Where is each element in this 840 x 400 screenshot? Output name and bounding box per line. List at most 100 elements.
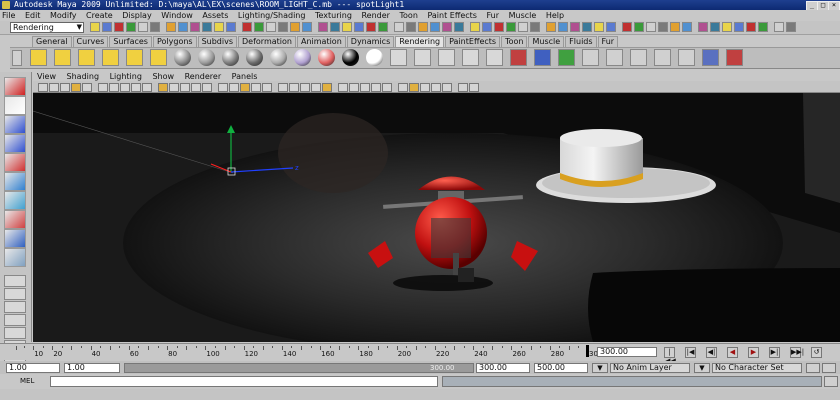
menu-paint-effects[interactable]: Paint Effects xyxy=(427,11,477,20)
status-tool-icon[interactable] xyxy=(190,22,200,32)
menu-create[interactable]: Create xyxy=(86,11,113,20)
point-light-icon[interactable] xyxy=(78,49,95,66)
status-tool-icon[interactable] xyxy=(166,22,176,32)
status-tool-icon[interactable] xyxy=(102,22,112,32)
status-tool-icon[interactable] xyxy=(178,22,188,32)
playback-button[interactable]: ↺ xyxy=(811,347,822,358)
sun-light-icon[interactable] xyxy=(30,49,47,66)
status-tool-icon[interactable] xyxy=(710,22,720,32)
panel-tool-icon[interactable] xyxy=(158,83,168,92)
playback-button[interactable]: ▶▶| xyxy=(790,347,804,358)
panel-tool-icon[interactable] xyxy=(120,83,130,92)
tab-curves[interactable]: Curves xyxy=(72,36,109,47)
anim-layer-dropdown[interactable]: No Anim Layer xyxy=(610,363,690,373)
tab-animation[interactable]: Animation xyxy=(296,36,346,47)
status-tool-icon[interactable] xyxy=(126,22,136,32)
tab-toon[interactable]: Toon xyxy=(501,36,528,47)
viewport-scene[interactable]: z xyxy=(33,93,840,342)
ambient-light-icon[interactable] xyxy=(54,49,71,66)
status-tool-icon[interactable] xyxy=(518,22,528,32)
status-tool-icon[interactable] xyxy=(558,22,568,32)
outliner-icon[interactable] xyxy=(654,49,671,66)
status-tool-icon[interactable] xyxy=(594,22,604,32)
playback-button[interactable]: ◀ xyxy=(727,347,738,358)
tab-subdivs[interactable]: Subdivs xyxy=(197,36,238,47)
status-tool-icon[interactable] xyxy=(482,22,492,32)
status-tool-icon[interactable] xyxy=(394,22,404,32)
panel-tool-icon[interactable] xyxy=(262,83,272,92)
status-tool-icon[interactable] xyxy=(622,22,632,32)
panel-tool-icon[interactable] xyxy=(382,83,392,92)
mel-command-input[interactable] xyxy=(50,376,438,387)
soft-modify-icon[interactable] xyxy=(4,210,26,229)
menu-muscle[interactable]: Muscle xyxy=(509,11,537,20)
texture-icon[interactable] xyxy=(582,49,599,66)
paint-icon[interactable] xyxy=(702,49,719,66)
status-tool-icon[interactable] xyxy=(646,22,656,32)
menu-help[interactable]: Help xyxy=(546,11,564,20)
ipr-render-icon[interactable] xyxy=(438,49,455,66)
paint-select-icon[interactable] xyxy=(4,115,26,134)
status-tool-icon[interactable] xyxy=(330,22,340,32)
status-tool-icon[interactable] xyxy=(722,22,732,32)
brush-icon[interactable] xyxy=(726,49,743,66)
tab-deformation[interactable]: Deformation xyxy=(238,36,296,47)
panel-tool-icon[interactable] xyxy=(98,83,108,92)
panel-tool-icon[interactable] xyxy=(278,83,288,92)
single-pane-layout-icon[interactable] xyxy=(4,275,26,287)
panel-tool-icon[interactable] xyxy=(322,83,332,92)
panel-tool-icon[interactable] xyxy=(229,83,239,92)
status-tool-icon[interactable] xyxy=(494,22,504,32)
phong-material-icon[interactable] xyxy=(222,49,239,66)
key-icon[interactable] xyxy=(806,363,820,373)
move-tool-icon[interactable] xyxy=(4,134,26,153)
panel-tool-icon[interactable] xyxy=(191,83,201,92)
playback-start-field[interactable]: 1.00 xyxy=(64,363,120,373)
tab-muscle[interactable]: Muscle xyxy=(528,36,565,47)
panel-tool-icon[interactable] xyxy=(300,83,310,92)
panel-menu-panels[interactable]: Panels xyxy=(232,72,258,81)
panel-tool-icon[interactable] xyxy=(420,83,430,92)
menu-file[interactable]: File xyxy=(2,11,15,20)
channel-box-icon[interactable] xyxy=(678,49,695,66)
playback-button[interactable]: |◀ xyxy=(685,347,696,358)
four-pane-layout-icon[interactable] xyxy=(4,288,26,300)
panel-tool-icon[interactable] xyxy=(180,83,190,92)
rotate-tool-icon[interactable] xyxy=(4,153,26,172)
start-time-field[interactable]: 1.00 xyxy=(6,363,60,373)
status-tool-icon[interactable] xyxy=(318,22,328,32)
menu-edit[interactable]: Edit xyxy=(25,11,41,20)
anim-layer-icon[interactable]: ▼ xyxy=(592,363,608,373)
select-tool-icon[interactable] xyxy=(4,77,26,96)
lasso-tool-icon[interactable] xyxy=(4,96,26,115)
menu-fur[interactable]: Fur xyxy=(487,11,500,20)
panel-tool-icon[interactable] xyxy=(431,83,441,92)
playback-button[interactable]: |◀◀ xyxy=(664,347,676,365)
panel-menu-lighting[interactable]: Lighting xyxy=(110,72,142,81)
status-tool-icon[interactable] xyxy=(342,22,352,32)
show-manipulator-icon[interactable] xyxy=(4,229,26,248)
status-tool-icon[interactable] xyxy=(90,22,100,32)
menu-texturing[interactable]: Texturing xyxy=(315,11,352,20)
status-tool-icon[interactable] xyxy=(758,22,768,32)
panel-tool-icon[interactable] xyxy=(349,83,359,92)
status-tool-icon[interactable] xyxy=(442,22,452,32)
panel-tool-icon[interactable] xyxy=(71,83,81,92)
status-tool-icon[interactable] xyxy=(378,22,388,32)
ramp-shader-icon[interactable] xyxy=(318,49,335,66)
status-tool-icon[interactable] xyxy=(254,22,264,32)
panel-tool-icon[interactable] xyxy=(38,83,48,92)
menu-render[interactable]: Render xyxy=(361,11,389,20)
status-tool-icon[interactable] xyxy=(138,22,148,32)
script-editor-icon[interactable] xyxy=(824,376,838,387)
panel-tool-icon[interactable] xyxy=(169,83,179,92)
playback-end-field[interactable]: 300.00 xyxy=(476,363,530,373)
spot-light-icon[interactable] xyxy=(102,49,119,66)
status-tool-icon[interactable] xyxy=(774,22,784,32)
status-tool-icon[interactable] xyxy=(406,22,416,32)
status-tool-icon[interactable] xyxy=(114,22,124,32)
panel-tool-icon[interactable] xyxy=(142,83,152,92)
panel-tool-icon[interactable] xyxy=(251,83,261,92)
panel-tool-icon[interactable] xyxy=(360,83,370,92)
status-tool-icon[interactable] xyxy=(366,22,376,32)
